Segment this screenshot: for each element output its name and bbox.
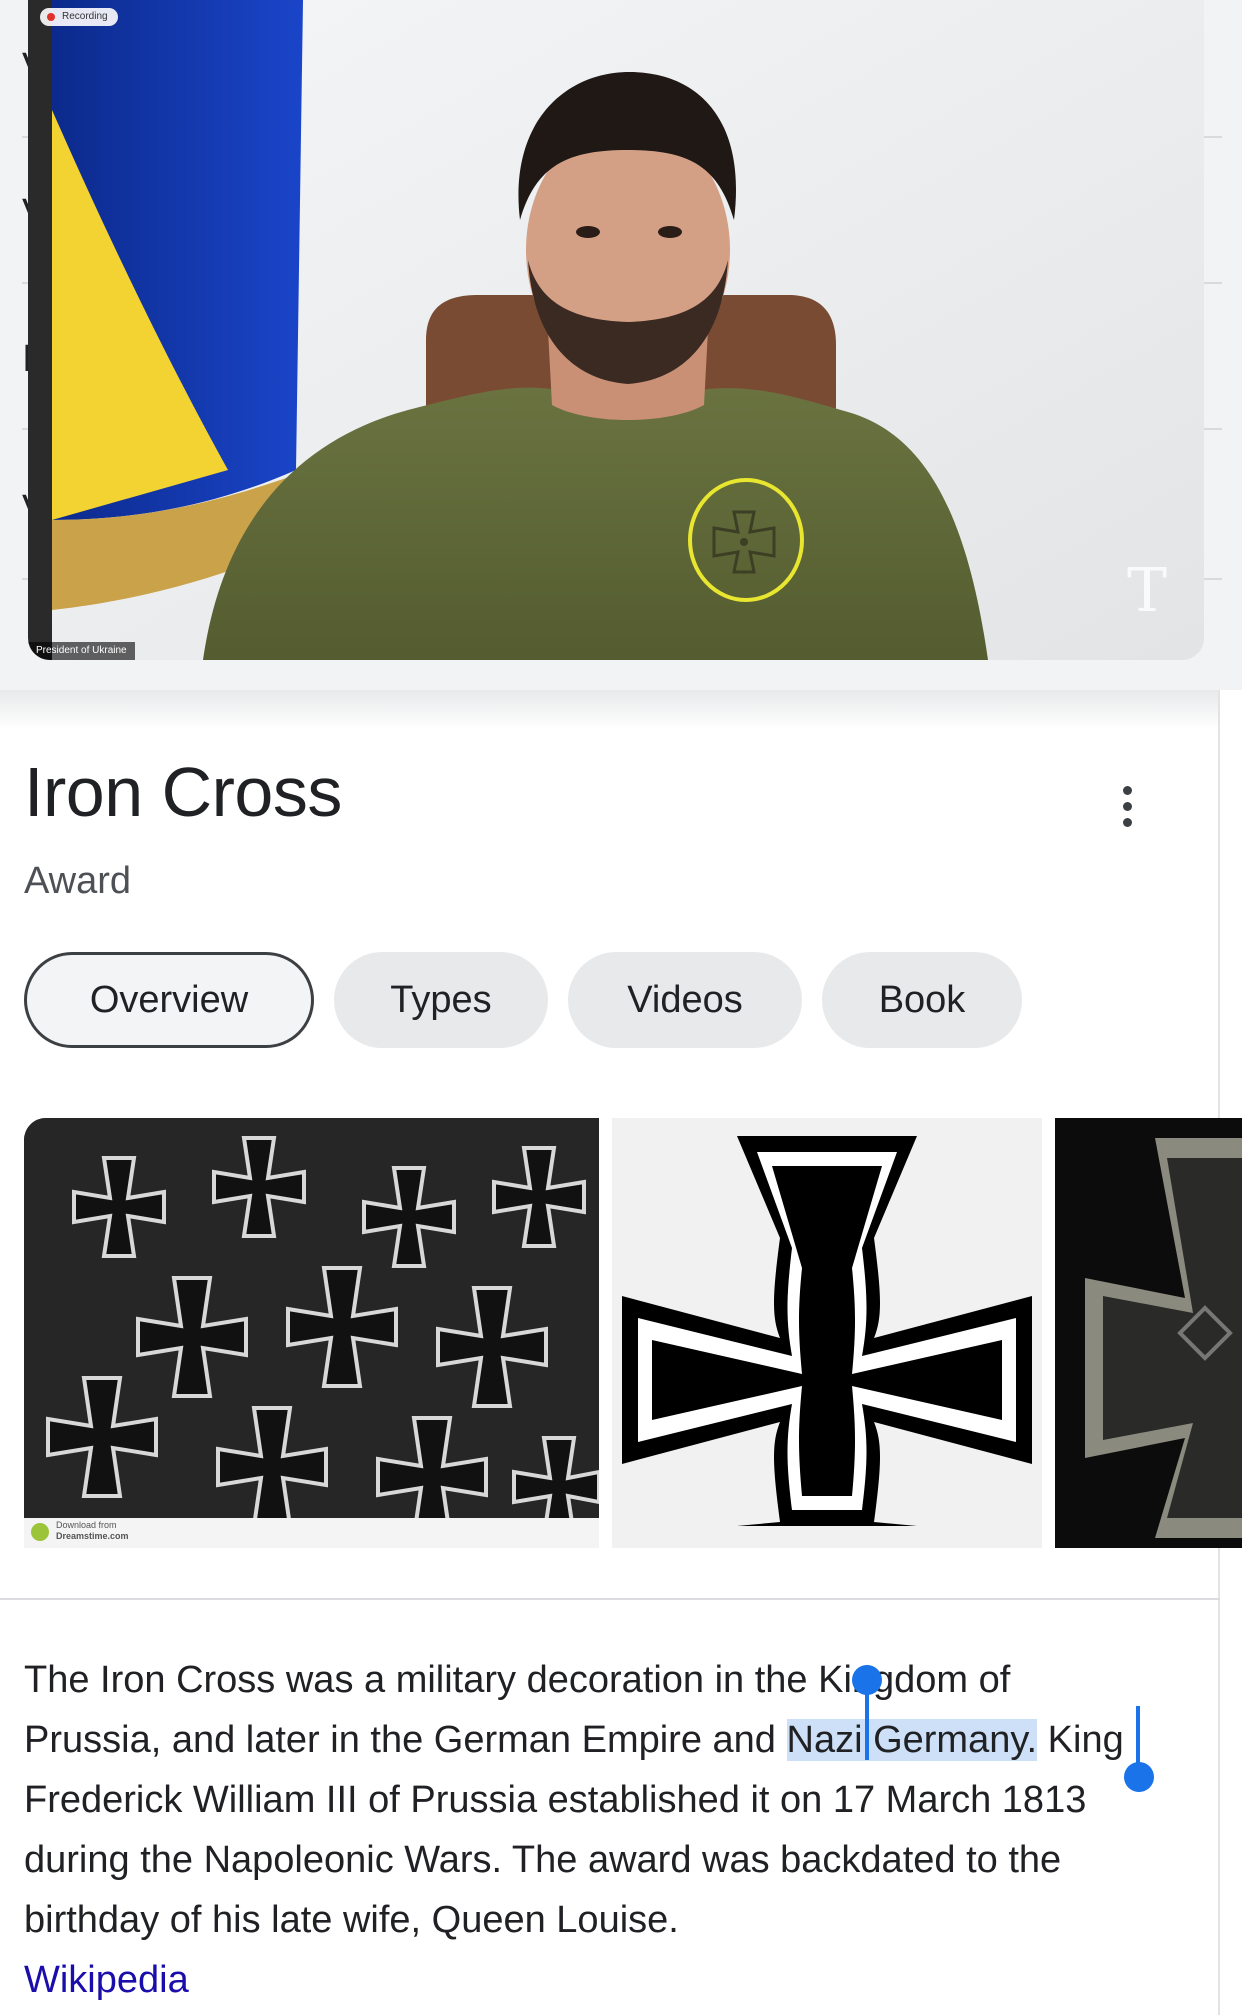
video-frame[interactable]: Recording President of Ukraine T — [28, 0, 1204, 660]
speaker-caption: President of Ukraine — [28, 642, 135, 660]
nyt-t-logo-icon: T — [1126, 556, 1168, 626]
watermark: Download from Dreamstime.com — [56, 1520, 129, 1542]
recording-dot-icon — [47, 13, 55, 21]
chip-label: Book — [878, 978, 966, 1021]
entity-title: Iron Cross — [24, 753, 342, 831]
chip-label: Types — [390, 978, 492, 1021]
watermark-line: Dreamstime.com — [56, 1531, 129, 1541]
iron-cross-medal-image[interactable] — [1055, 1118, 1242, 1548]
tab-videos[interactable]: Videos — [568, 952, 802, 1048]
selection-end-caret — [1136, 1706, 1140, 1768]
selected-text[interactable]: Nazi Germany. — [786, 1719, 1038, 1761]
person-eye — [576, 226, 600, 238]
section-divider — [0, 1598, 1220, 1600]
iron-cross-medal-graphic — [1055, 1118, 1242, 1548]
more-options-kebab-icon[interactable] — [1112, 784, 1144, 830]
chip-label: Videos — [627, 978, 743, 1021]
selection-start-caret — [865, 1690, 869, 1760]
entity-description: The Iron Cross was a military decoration… — [24, 1650, 1154, 2010]
chip-label: Overview — [89, 978, 249, 1021]
wikipedia-link[interactable]: Wikipedia — [24, 1959, 189, 2001]
iron-cross-symbol-graphic — [612, 1118, 1042, 1548]
recording-label: Recording — [62, 11, 108, 22]
watermark-line: Download from — [56, 1520, 117, 1530]
tab-overview[interactable]: Overview — [24, 952, 314, 1048]
iron-cross-symbol-image[interactable] — [612, 1118, 1042, 1548]
tab-types[interactable]: Types — [334, 952, 548, 1048]
selection-end-handle[interactable] — [1124, 1762, 1154, 1792]
iron-cross-pile-graphic — [24, 1118, 599, 1548]
iron-cross-pile-image[interactable]: Download from Dreamstime.com — [24, 1118, 599, 1548]
video-scene — [28, 0, 1204, 660]
entity-subtitle: Award — [24, 860, 132, 902]
flag-pole — [28, 0, 52, 660]
person-eye — [658, 226, 682, 238]
panel-top-shadow — [0, 690, 1220, 730]
recording-badge: Recording — [40, 8, 118, 26]
tab-book[interactable]: Book — [822, 952, 1022, 1048]
